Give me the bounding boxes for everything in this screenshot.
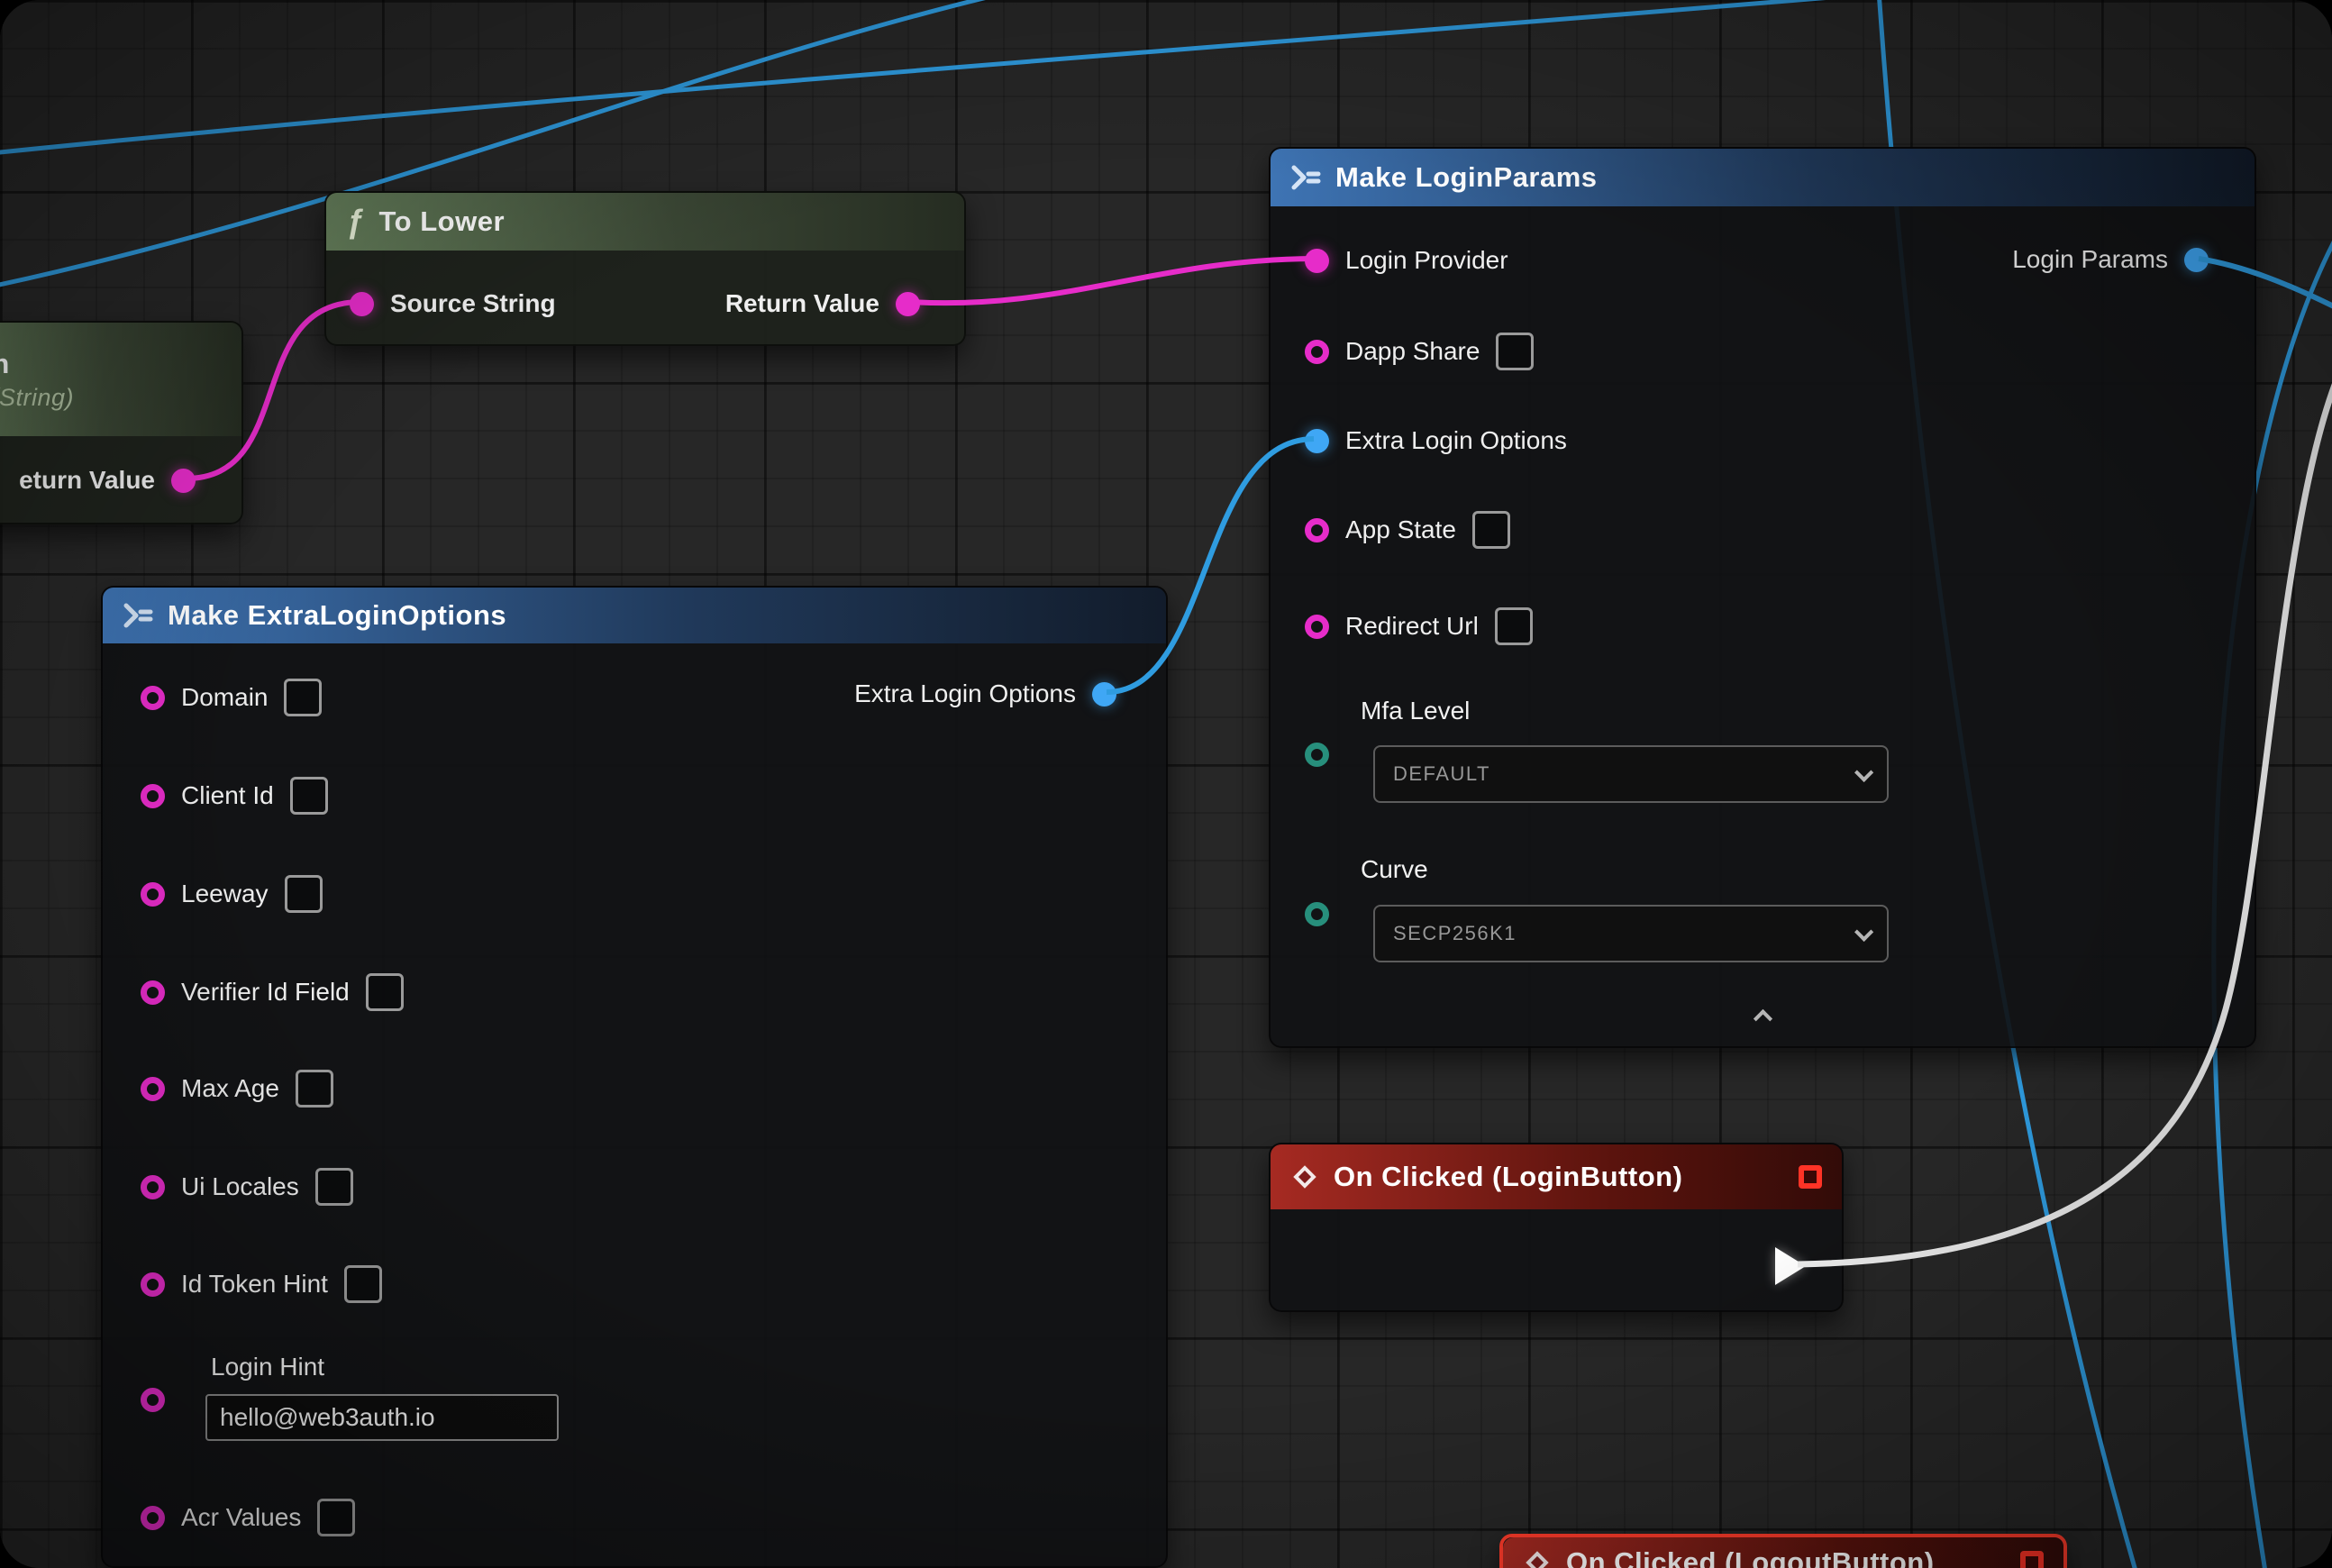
graph-canvas[interactable]: tion ox (String) eturn Value ƒ To Lower … [0, 0, 2332, 1568]
wire-blue-loginparams-output[interactable] [2199, 259, 2332, 311]
wires-foreground-layer [0, 0, 2332, 1568]
wire-white-exec[interactable] [1798, 365, 2332, 1264]
blueprint-editor: tion ox (String) eturn Value ƒ To Lower … [0, 0, 2332, 1568]
wire-magenta-tolower-to-loginprovider[interactable] [910, 259, 1314, 303]
wire-magenta-returnvalue-to-sourcestring[interactable] [186, 302, 360, 479]
wire-blue-extraloginoptions[interactable] [1107, 439, 1314, 692]
